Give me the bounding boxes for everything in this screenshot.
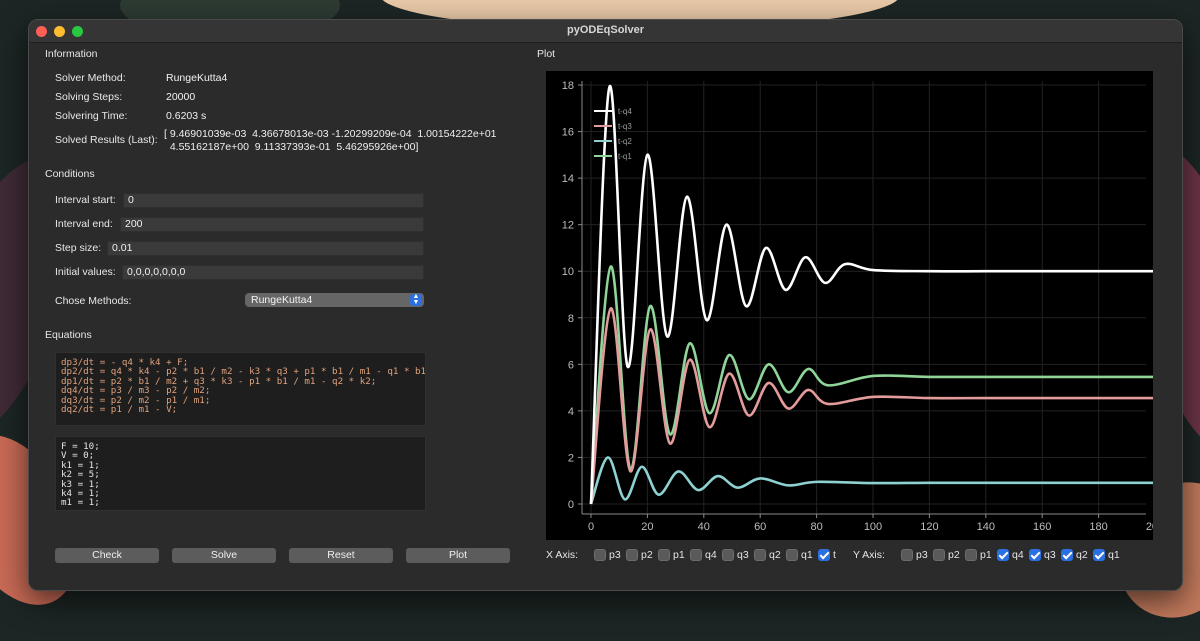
y-axis-option-label: q4 — [1012, 549, 1024, 561]
y-axis-option-label: p2 — [948, 549, 960, 561]
x-tick-label: 160 — [1033, 521, 1051, 533]
x-axis-checkbox-q4[interactable] — [690, 549, 702, 561]
y-axis-checkbox-p1[interactable] — [965, 549, 977, 561]
solving-steps-value: 20000 — [166, 91, 196, 103]
chart-svg: 0246810121416180 20 40 60 80 100 120 140 160 180 2… — [562, 80, 1164, 533]
solvering-time-label: Solvering Time: — [55, 110, 128, 122]
x-tick-label: 140 — [977, 521, 995, 533]
legend-label: t-q1 — [618, 152, 632, 161]
chose-methods-label: Chose Methods: — [55, 295, 132, 307]
x-tick-label: 100 — [864, 521, 882, 533]
series-line-t-q2 — [589, 456, 1155, 505]
interval-end-label: Interval end: — [55, 218, 113, 230]
y-axis-option-label: q2 — [1076, 549, 1088, 561]
title-bar[interactable]: pyODEqSolver — [29, 20, 1182, 43]
y-axis-checkbox-q2[interactable] — [1061, 549, 1073, 561]
solved-results-label: Solved Results (Last): — [55, 134, 158, 146]
x-axis-option-label: q3 — [737, 549, 749, 561]
x-axis-checkbox-p1[interactable] — [658, 549, 670, 561]
x-tick-label: 20 — [641, 521, 653, 533]
legend-label: t-q3 — [618, 122, 632, 131]
plot-section-title: Plot — [537, 48, 556, 60]
y-tick-label: 10 — [562, 266, 574, 278]
y-axis-checkbox-p3[interactable] — [901, 549, 913, 561]
x-axis-checkbox-q2[interactable] — [754, 549, 766, 561]
interval-start-input[interactable]: 0 — [123, 193, 424, 208]
x-axis-label: X Axis: — [546, 549, 579, 561]
y-axis-checkbox-q1[interactable] — [1093, 549, 1105, 561]
y-axis-option-label: p3 — [916, 549, 928, 561]
x-tick-label: 180 — [1089, 521, 1107, 533]
x-tick-label: 40 — [698, 521, 710, 533]
step-size-label: Step size: — [55, 242, 102, 254]
x-axis-option-label: q4 — [705, 549, 717, 561]
equations-editor[interactable]: dp3/dt = - q4 * k4 + F; dp2/dt = q4 * k4… — [55, 352, 426, 426]
x-axis-option-label: q1 — [801, 549, 813, 561]
x-axis-option-label: p3 — [609, 549, 621, 561]
x-axis-checkbox-p2[interactable] — [626, 549, 638, 561]
x-tick-label: 120 — [920, 521, 938, 533]
legend-label: t-q4 — [618, 107, 632, 116]
y-axis-option-label: q3 — [1044, 549, 1056, 561]
solved-results-line: [ 9.46901039e-03 4.36678013e-03 -1.20299… — [164, 128, 497, 140]
method-select[interactable]: RungeKutta4 ▲ ▼ — [245, 293, 424, 307]
parameters-editor[interactable]: F = 10; V = 0; k1 = 1; k2 = 5; k3 = 1; k… — [55, 436, 426, 511]
x-axis-option-label: p2 — [641, 549, 653, 561]
y-tick-label: 4 — [568, 406, 574, 418]
x-tick-label: 0 — [588, 521, 594, 533]
method-select-value: RungeKutta4 — [251, 294, 313, 306]
y-tick-label: 16 — [562, 127, 574, 139]
solved-results-value: [ 9.46901039e-03 4.36678013e-03 -1.20299… — [164, 128, 497, 154]
check-button[interactable]: Check — [55, 548, 159, 563]
x-axis-checkbox-p3[interactable] — [594, 549, 606, 561]
plot-area[interactable]: 0 2 4 6 8 10 12 14 16 18 0 20 40 60 80 100 120 140 160 180 2… — [546, 71, 1164, 540]
x-axis-checkbox-t[interactable] — [818, 549, 830, 561]
y-tick-label: 18 — [562, 80, 574, 92]
y-axis-checkbox-q3[interactable] — [1029, 549, 1041, 561]
y-tick-label: 0 — [568, 499, 574, 511]
initial-values-input[interactable]: 0,0,0,0,0,0,0 — [122, 265, 424, 280]
y-axis-option-label: q1 — [1108, 549, 1120, 561]
plot-button[interactable]: Plot — [406, 548, 510, 563]
y-tick-label: 6 — [568, 359, 574, 371]
window-title: pyODEqSolver — [566, 24, 645, 36]
x-tick-label: 80 — [810, 521, 822, 533]
solver-method-label: Solver Method: — [55, 72, 126, 84]
y-axis-checkbox-p2[interactable] — [933, 549, 945, 561]
app-window: pyODEqSolver Information Solver Method: … — [28, 19, 1183, 591]
x-axis-option-label: q2 — [769, 549, 781, 561]
y-tick-label: 8 — [568, 313, 574, 325]
y-axis-option-label: p1 — [980, 549, 992, 561]
y-tick-label: 14 — [562, 173, 574, 185]
x-tick-label: 60 — [754, 521, 766, 533]
solved-results-line: 4.55162187e+00 9.11337393e-01 5.46295926… — [164, 141, 419, 153]
x-axis-selector: X Axis: p3 p2 p1 q4 q3 q2 q1 t — [546, 549, 846, 563]
solving-steps-label: Solving Steps: — [55, 91, 123, 103]
solver-method-value: RungeKutta4 — [166, 72, 228, 84]
x-axis-checkbox-q1[interactable] — [786, 549, 798, 561]
legend-label: t-q2 — [618, 137, 632, 146]
interval-end-input[interactable]: 200 — [120, 217, 424, 232]
x-axis-checkbox-q3[interactable] — [722, 549, 734, 561]
y-tick-label: 2 — [568, 452, 574, 464]
y-axis-checkbox-q4[interactable] — [997, 549, 1009, 561]
select-arrows-icon: ▲ ▼ — [410, 293, 422, 306]
series-line-t-q1 — [589, 265, 1155, 505]
interval-start-label: Interval start: — [55, 194, 116, 206]
y-axis-selector: Y Axis: p3 p2 p1 q4 q3 q2 q1 — [853, 549, 1153, 563]
information-section-title: Information — [45, 48, 98, 60]
conditions-section-title: Conditions — [45, 168, 95, 180]
solve-button[interactable]: Solve — [172, 548, 276, 563]
y-tick-label: 12 — [562, 220, 574, 232]
x-tick-label: 200 — [1146, 521, 1153, 533]
step-size-input[interactable]: 0.01 — [107, 241, 424, 256]
solvering-time-value: 0.6203 s — [166, 110, 207, 122]
y-axis-label: Y Axis: — [853, 549, 885, 561]
series-line-t-q4 — [589, 84, 1155, 505]
reset-button[interactable]: Reset — [289, 548, 393, 563]
initial-values-label: Initial values: — [55, 266, 116, 278]
x-axis-option-label: t — [833, 549, 836, 561]
equations-section-title: Equations — [45, 329, 92, 341]
x-axis-option-label: p1 — [673, 549, 685, 561]
